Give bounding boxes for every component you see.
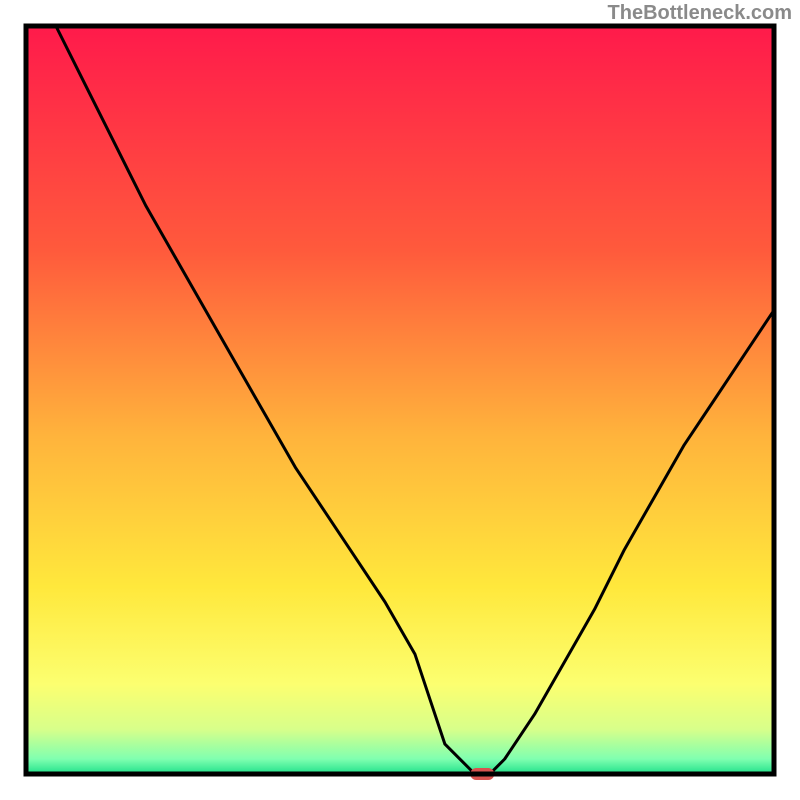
bottleneck-chart	[0, 0, 800, 800]
plot-background	[26, 26, 774, 774]
chart-container: TheBottleneck.com	[0, 0, 800, 800]
attribution-label: TheBottleneck.com	[608, 2, 792, 25]
